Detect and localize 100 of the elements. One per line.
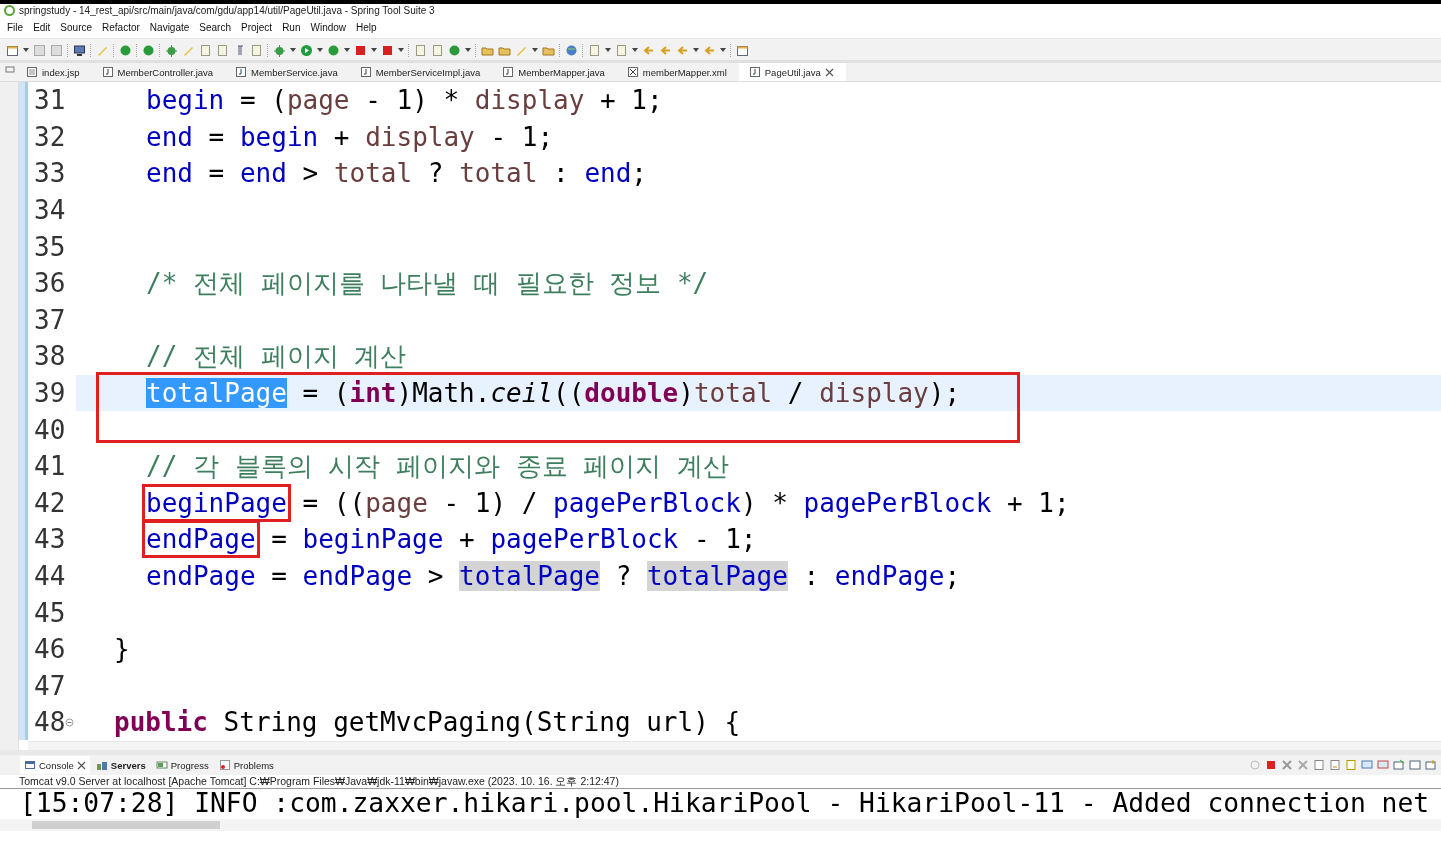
java-file-icon <box>235 66 248 78</box>
problems-icon <box>218 759 231 771</box>
line-number: 40 <box>34 414 66 445</box>
line-number: 39 <box>34 378 66 409</box>
menu-item[interactable]: Help <box>351 22 382 33</box>
remove-icon[interactable] <box>1281 759 1293 771</box>
line-number: 35 <box>34 231 66 262</box>
servers-icon <box>95 759 108 771</box>
stop-icon[interactable] <box>1265 759 1277 771</box>
editor-tab[interactable]: index.jsp <box>16 63 92 81</box>
circle-icon[interactable] <box>142 43 155 57</box>
view-tab[interactable]: Servers <box>91 756 150 774</box>
menu-item[interactable]: Navigate <box>144 22 195 33</box>
document-icon[interactable] <box>216 43 229 57</box>
square-icon[interactable] <box>381 43 394 57</box>
view-tab[interactable]: Problems <box>214 756 278 774</box>
remove-all-icon[interactable] <box>1297 759 1309 771</box>
code-line: public String getMvcPaging(String url) { <box>114 707 741 738</box>
line-number: 44 <box>34 561 66 591</box>
caret-icon[interactable] <box>344 48 350 52</box>
document-icon[interactable] <box>414 43 427 57</box>
editor-tab[interactable]: MemberController.java <box>91 63 226 81</box>
editor-tab[interactable]: MemberService.java <box>225 63 350 81</box>
file-icon <box>26 66 38 78</box>
code-line: totalPage = (int)Math.ceil((double)total / display); <box>146 378 961 409</box>
menu-item[interactable]: Edit <box>28 22 56 33</box>
line-number: 41 <box>34 451 66 482</box>
code-line: end = end > total ? total : end; <box>146 158 647 189</box>
caret-icon[interactable] <box>23 48 29 52</box>
line-number: 43 <box>34 524 66 555</box>
document-icon[interactable] <box>199 43 212 57</box>
editor-tab[interactable]: MemberMapper.java <box>492 63 617 81</box>
process-label: Tomcat v9.0 Server at localhost [Apache Tomcat] C:₩Program Files₩Java₩jdk-11₩bin₩javaw.exe (2023. 10. 16. 오후 2:12:47) <box>19 775 619 787</box>
document-icon[interactable] <box>431 43 444 57</box>
console-line: [15:07:28] INFO :com.zaxxer.hikari.pool.HikariPool - HikariPool-11 - Added connection net <box>20 789 1431 817</box>
java-file-icon <box>748 66 761 78</box>
line-number: 46 <box>34 634 66 665</box>
caret-icon[interactable] <box>398 48 404 52</box>
close-icon[interactable] <box>76 760 86 770</box>
circle-icon[interactable] <box>1249 759 1261 771</box>
new-window-icon[interactable] <box>1425 759 1437 771</box>
view-tab[interactable]: Console <box>20 756 90 774</box>
caret-icon[interactable] <box>465 48 471 52</box>
message-icon[interactable] <box>1361 759 1373 771</box>
line-number: 32 <box>34 121 66 152</box>
document-icon[interactable] <box>1345 759 1357 771</box>
code-line: // 전체 페이지 계산 <box>146 339 407 373</box>
document-icon[interactable] <box>250 43 263 57</box>
arrow-icon[interactable] <box>659 43 672 57</box>
editor-tab[interactable]: memberMapper.xml <box>616 63 739 81</box>
message-icon[interactable] <box>1377 759 1389 771</box>
document-icon[interactable] <box>1313 759 1325 771</box>
caret-icon[interactable] <box>532 48 538 52</box>
document-icon[interactable] <box>1329 759 1341 771</box>
horizontal-scrollbar[interactable] <box>28 740 1441 750</box>
circle-icon[interactable] <box>119 43 132 57</box>
close-icon[interactable] <box>824 67 834 77</box>
editor-tab[interactable]: MemberServiceImpl.java <box>349 63 493 81</box>
code-line: end = begin + display - 1; <box>146 121 554 152</box>
restore-icon[interactable] <box>4 63 16 75</box>
menu-item[interactable]: Search <box>194 22 236 33</box>
java-file-icon <box>502 66 515 78</box>
caret-icon[interactable] <box>720 48 726 52</box>
caret-icon[interactable] <box>693 48 699 52</box>
scrollbar-thumb[interactable] <box>32 821 220 829</box>
page-icon[interactable] <box>6 43 19 57</box>
progress-icon <box>155 759 168 771</box>
menu-item[interactable]: Source <box>55 22 98 33</box>
page-icon[interactable] <box>736 43 749 57</box>
caret-icon[interactable] <box>371 48 377 52</box>
editor-tab[interactable]: PageUtil.java <box>738 63 846 81</box>
code-line: /* 전체 페이지를 나타낼 때 필요한 정보 */ <box>146 266 709 300</box>
line-number: 47 <box>34 670 66 701</box>
caret-icon[interactable] <box>317 48 323 52</box>
menu-item[interactable]: Run <box>277 22 306 33</box>
line-number: 34 <box>34 195 66 226</box>
view-tab[interactable]: Progress <box>151 756 213 774</box>
bug-icon[interactable] <box>165 43 178 57</box>
code-line: endPage = endPage > totalPage ? totalPage : endPage; <box>146 561 961 591</box>
menu-item[interactable]: Refactor <box>97 22 145 33</box>
code-line: // 각 블록의 시작 페이지와 종료 페이지 계산 <box>146 449 729 483</box>
caret-icon[interactable] <box>605 48 611 52</box>
square-icon[interactable] <box>354 43 367 57</box>
code-line: } <box>114 634 130 665</box>
globe-icon[interactable] <box>565 43 578 57</box>
line-number: 33 <box>34 158 66 189</box>
menu-item[interactable]: Project <box>236 22 278 33</box>
code-line: begin = (page - 1) * display + 1; <box>146 85 663 116</box>
menu-item[interactable]: File <box>2 22 29 33</box>
console-icon <box>24 759 36 771</box>
menu-item[interactable]: Window <box>305 22 352 33</box>
line-number: 37 <box>34 304 66 335</box>
monitor-icon[interactable] <box>73 43 86 57</box>
line-number: 38 <box>34 341 66 372</box>
line-number: 42 <box>34 487 66 518</box>
java-file-icon <box>359 66 372 78</box>
caret-icon[interactable] <box>290 48 296 52</box>
fold-icon[interactable] <box>65 717 75 727</box>
line-number: 45 <box>34 597 66 628</box>
caret-icon[interactable] <box>632 48 638 52</box>
